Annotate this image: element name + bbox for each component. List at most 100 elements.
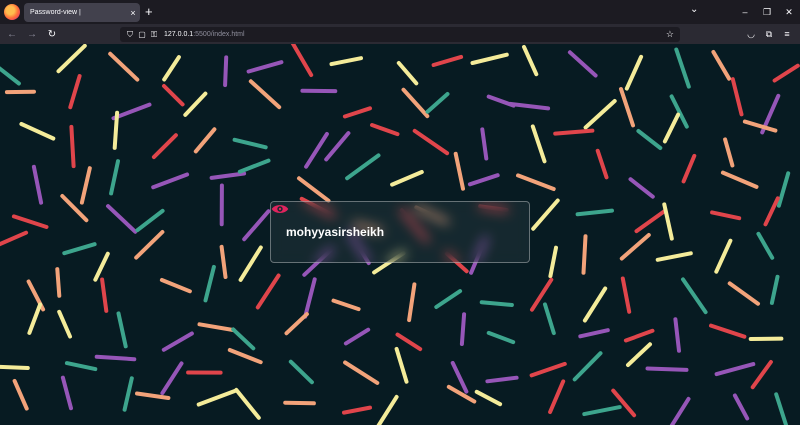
confetti-stick bbox=[60, 375, 73, 411]
confetti-stick bbox=[450, 360, 469, 394]
confetti-stick bbox=[64, 361, 98, 372]
confetti-stick bbox=[763, 196, 780, 227]
confetti-stick bbox=[0, 230, 29, 247]
confetti-stick bbox=[730, 77, 744, 117]
confetti-stick bbox=[681, 153, 697, 184]
confetti-stick bbox=[634, 209, 667, 234]
confetti-stick bbox=[19, 122, 56, 141]
back-button[interactable]: ← bbox=[2, 29, 22, 40]
confetti-stick bbox=[395, 332, 423, 352]
bookmark-star-icon[interactable]: ☆ bbox=[666, 29, 674, 40]
confetti-stick bbox=[681, 277, 708, 315]
confetti-stick bbox=[343, 327, 371, 346]
confetti-stick bbox=[434, 289, 463, 309]
confetti-stick bbox=[62, 242, 97, 256]
confetti-stick bbox=[611, 388, 637, 418]
extensions-icon[interactable]: ⧉ bbox=[760, 29, 778, 40]
confetti-stick bbox=[238, 245, 263, 282]
confetti-stick bbox=[290, 44, 314, 77]
confetti-stick bbox=[193, 127, 217, 154]
confetti-stick bbox=[662, 112, 681, 144]
confetti-stick bbox=[548, 379, 566, 414]
confetti-stick bbox=[626, 342, 652, 367]
eye-icon[interactable] bbox=[271, 202, 289, 216]
confetti-stick bbox=[283, 400, 316, 406]
close-window-button[interactable]: ✕ bbox=[778, 7, 800, 18]
confetti-stick bbox=[57, 309, 72, 339]
confetti-stick bbox=[709, 323, 747, 339]
confetti-stick bbox=[486, 330, 516, 345]
chevron-down-icon[interactable]: ⌄ bbox=[690, 4, 698, 15]
confetti-stick bbox=[56, 44, 87, 74]
confetti-stick bbox=[774, 392, 789, 425]
confetti-stick bbox=[583, 99, 617, 130]
forward-button[interactable]: → bbox=[22, 29, 42, 40]
confetti-stick bbox=[112, 110, 120, 150]
confetti-stick bbox=[394, 346, 409, 384]
confetti-stick bbox=[0, 364, 30, 370]
confetti-stick bbox=[723, 137, 735, 168]
confetti-stick bbox=[669, 396, 691, 425]
confetti-stick bbox=[234, 387, 261, 420]
window-controls: – ❐ ✕ bbox=[734, 0, 800, 24]
confetti-stick bbox=[548, 245, 558, 279]
new-tab-button[interactable]: + bbox=[145, 3, 153, 20]
confetti-stick bbox=[412, 128, 450, 156]
confetti-stick bbox=[582, 286, 608, 323]
confetti-stick bbox=[619, 233, 651, 261]
confetti-stick bbox=[284, 312, 309, 336]
confetti-stick bbox=[246, 60, 284, 74]
confetti-stick bbox=[425, 92, 450, 114]
confetti-stick bbox=[628, 177, 655, 199]
confetti-stick bbox=[581, 234, 588, 275]
confetti-stick bbox=[578, 328, 610, 339]
minimize-button[interactable]: – bbox=[734, 7, 756, 17]
confetti-stick bbox=[507, 101, 551, 111]
confetti-stick bbox=[68, 74, 82, 110]
confetti-stick bbox=[531, 198, 560, 231]
firefox-icon bbox=[4, 4, 20, 20]
confetti-stick bbox=[111, 102, 152, 121]
confetti-stick bbox=[480, 127, 489, 161]
confetti-stick bbox=[12, 378, 29, 411]
confetti-stick bbox=[582, 405, 622, 417]
confetti-stick bbox=[655, 251, 693, 262]
restore-button[interactable]: ❐ bbox=[756, 7, 778, 18]
confetti-stick bbox=[485, 375, 519, 384]
confetti-stick bbox=[376, 394, 399, 425]
confetti-stick bbox=[619, 87, 635, 128]
confetti-stick bbox=[624, 54, 644, 91]
confetti-stick bbox=[673, 317, 681, 353]
close-tab-icon[interactable]: × bbox=[126, 8, 140, 18]
toolbar-right: ◡ ⧉ ≡ bbox=[742, 24, 796, 44]
confetti-stick bbox=[342, 106, 372, 119]
confetti-stick bbox=[572, 351, 603, 382]
page-icon: ▢ bbox=[138, 30, 146, 39]
confetti-stick bbox=[567, 50, 598, 78]
confetti-stick bbox=[329, 56, 363, 67]
confetti-stick bbox=[543, 302, 556, 336]
confetti-stick bbox=[219, 244, 228, 279]
confetti-stick bbox=[620, 276, 632, 314]
confetti-stick bbox=[530, 124, 547, 164]
confetti-stick bbox=[479, 300, 514, 307]
confetti-stick bbox=[159, 278, 192, 294]
confetti-stick bbox=[324, 131, 351, 162]
shield-icon[interactable]: ⛉ bbox=[124, 30, 136, 40]
confetti-stick bbox=[756, 231, 775, 260]
confetti-stick bbox=[553, 128, 595, 136]
key-icon[interactable]: ⚿ bbox=[148, 30, 160, 40]
confetti-stick bbox=[674, 47, 691, 89]
password-input[interactable] bbox=[286, 225, 517, 239]
password-field-container bbox=[270, 201, 530, 263]
pocket-icon[interactable]: ◡ bbox=[742, 29, 760, 40]
menu-icon[interactable]: ≡ bbox=[778, 29, 796, 39]
confetti-stick bbox=[162, 84, 185, 107]
tab-password-view[interactable]: Password-view | × bbox=[24, 3, 140, 22]
reload-button[interactable]: ↻ bbox=[42, 29, 62, 40]
confetti-stick bbox=[160, 361, 184, 396]
confetti-stick bbox=[151, 172, 190, 190]
confetti-stick bbox=[474, 389, 503, 407]
url-bar[interactable]: ⛉ ▢ ⚿ 127.0.0.1:5500/index.html ☆ bbox=[120, 27, 680, 42]
confetti-stick bbox=[94, 354, 137, 362]
